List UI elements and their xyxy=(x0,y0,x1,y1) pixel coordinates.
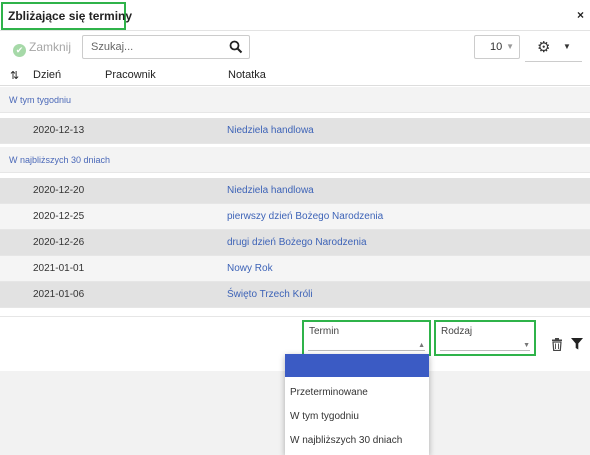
row-date: 2021-01-01 xyxy=(33,263,85,274)
termin-filter-select[interactable]: Termin ▲ xyxy=(302,320,431,356)
row-note-link[interactable]: Nowy Rok xyxy=(227,263,273,274)
row-note-link[interactable]: Święto Trzech Króli xyxy=(227,289,313,300)
dropdown-option[interactable]: W najbliższych 30 dniach xyxy=(285,429,429,452)
termin-dropdown-menu: Przeterminowane W tym tygodniu W najbliż… xyxy=(285,354,429,455)
rodzaj-filter-label: Rodzaj xyxy=(441,326,473,337)
rodzaj-filter-select[interactable]: Rodzaj ▼ xyxy=(434,320,536,356)
column-header-employee[interactable]: Pracownik xyxy=(105,69,156,81)
group-label: W najbliższych 30 dniach xyxy=(9,155,111,165)
dialog-titlebar: Zbliżające się terminy × xyxy=(0,0,590,31)
sort-icon[interactable]: ⇅ xyxy=(10,69,19,82)
row-note-link[interactable]: Niedziela handlowa xyxy=(227,185,314,196)
table-header: ⇅ Dzień Pracownik Notatka xyxy=(0,64,590,86)
column-header-day[interactable]: Dzień xyxy=(33,69,61,81)
check-circle-icon: ✔ xyxy=(13,44,26,57)
table-row[interactable]: 2021-01-01 Nowy Rok xyxy=(0,256,590,282)
page-size-select[interactable]: 10 ▼ xyxy=(474,35,520,59)
chevron-down-icon: ▼ xyxy=(506,42,514,51)
row-note-link[interactable]: Niedziela handlowa xyxy=(227,125,314,136)
row-date: 2020-12-13 xyxy=(33,125,85,136)
select-underline xyxy=(308,350,425,351)
table-row[interactable]: 2020-12-20 Niedziela handlowa xyxy=(0,178,590,204)
page-size-value: 10 xyxy=(490,41,503,53)
chevron-up-icon: ▲ xyxy=(418,342,425,349)
row-date: 2020-12-20 xyxy=(33,185,85,196)
chevron-down-icon: ▼ xyxy=(563,42,571,51)
row-note-link[interactable]: drugi dzień Bożego Narodzenia xyxy=(227,237,367,248)
close-button-label: Zamknij xyxy=(29,40,72,54)
column-header-note[interactable]: Notatka xyxy=(228,69,266,81)
dropdown-option[interactable]: W tym tygodniu xyxy=(285,405,429,428)
termin-filter-label: Termin xyxy=(309,326,340,337)
search-input[interactable] xyxy=(83,36,223,58)
dropdown-option[interactable] xyxy=(285,354,429,377)
row-date: 2020-12-26 xyxy=(33,237,85,248)
table-row[interactable]: 2020-12-25 pierwszy dzień Bożego Narodze… xyxy=(0,204,590,230)
table-row[interactable]: 2021-01-06 Święto Trzech Króli xyxy=(0,282,590,308)
group-header[interactable]: W tym tygodniu xyxy=(0,87,590,113)
settings-menu-button[interactable]: ⚙ ▼ xyxy=(525,35,582,62)
row-date: 2020-12-25 xyxy=(33,211,85,222)
group-header[interactable]: W najbliższych 30 dniach xyxy=(0,147,590,173)
search-box xyxy=(82,35,250,59)
dropdown-option[interactable]: Przeterminowane xyxy=(285,381,429,404)
gears-icon: ⚙ xyxy=(537,39,551,56)
trash-icon[interactable] xyxy=(551,338,563,351)
search-icon[interactable] xyxy=(229,40,243,54)
toolbar: ✔Zamknij 10 ▼ ⚙ ▼ xyxy=(0,31,590,64)
select-underline xyxy=(440,350,530,351)
close-button[interactable]: ✔ Zamknij xyxy=(13,40,71,57)
table-row[interactable]: 2020-12-26 drugi dzień Bożego Narodzenia xyxy=(0,230,590,256)
dialog-title: Zbliżające się terminy xyxy=(1,2,132,30)
close-dialog-icon[interactable]: × xyxy=(577,8,584,22)
row-date: 2021-01-06 xyxy=(33,289,85,300)
group-label: W tym tygodniu xyxy=(9,95,72,105)
filter-icon[interactable] xyxy=(571,338,583,350)
row-note-link[interactable]: pierwszy dzień Bożego Narodzenia xyxy=(227,211,383,222)
chevron-down-icon: ▼ xyxy=(523,342,530,349)
table-row[interactable]: 2020-12-13 Niedziela handlowa xyxy=(0,118,590,144)
